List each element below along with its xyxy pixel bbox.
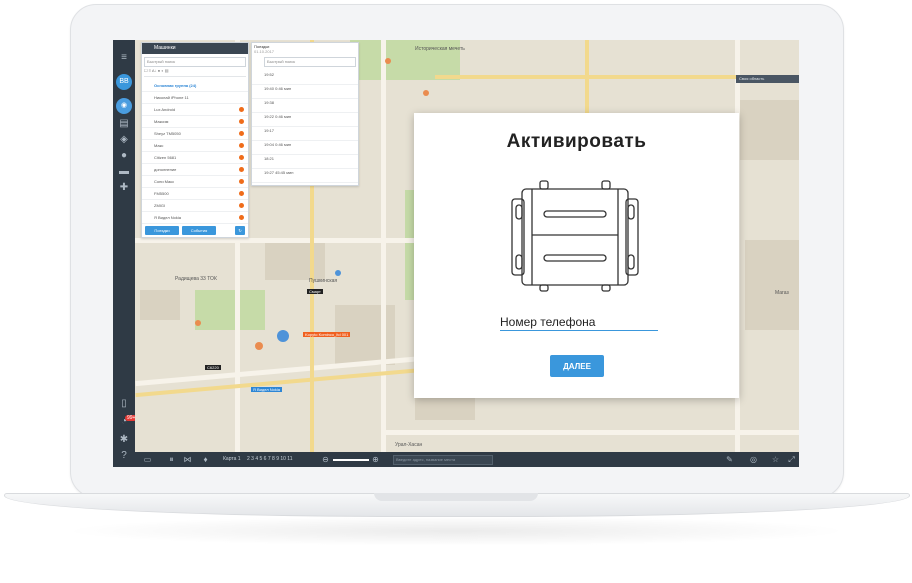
zoom-in-icon[interactable]: ⊕ — [371, 455, 380, 464]
puzzle-icon[interactable]: ✚ — [118, 182, 130, 194]
help-icon[interactable]: ? — [118, 450, 130, 462]
trip-row[interactable]: 19:38 — [252, 98, 358, 113]
laptop-shadow — [60, 516, 852, 546]
next-button[interactable]: ДАЛЕЕ — [550, 355, 604, 377]
device-icon[interactable]: ▯ — [118, 398, 130, 410]
objects-panel: Машинки Быстрый поиск ☐ ≡ A↓ ● ◐ ▤ Основ… — [141, 42, 249, 238]
list-item[interactable]: Максим — [142, 117, 248, 128]
vehicle-label[interactable]: Я Видел Nokia — [251, 387, 282, 392]
list-item[interactable]: Макс — [142, 141, 248, 152]
map-label: Радищева 33 ТОК — [175, 276, 217, 282]
activation-dialog: Активировать ДАЛЕЕ — [414, 113, 739, 398]
layers-icon[interactable]: ▭ — [143, 455, 152, 464]
list-item[interactable]: Sheyz TM5050 — [142, 129, 248, 140]
zoom-out-icon[interactable]: ⊖ — [321, 455, 330, 464]
avatar[interactable]: ВВ — [116, 74, 132, 90]
menu-icon[interactable]: ≡ — [118, 52, 130, 64]
map-label: Историческая мечеть — [415, 46, 465, 52]
dialog-title: Активировать — [506, 131, 647, 152]
objects-toolbar[interactable]: ☐ ≡ A↓ ● ◐ ▤ — [144, 68, 246, 77]
list-item[interactable]: ZMIGI — [142, 201, 248, 212]
list-item[interactable]: дополнение — [142, 165, 248, 176]
share-icon[interactable]: ⋈ — [183, 455, 192, 464]
refresh-button[interactable]: ↻ — [235, 226, 245, 235]
fullscreen-icon[interactable]: ⤢ — [787, 455, 796, 464]
trips-search-input[interactable]: Быстрый поиск — [264, 57, 356, 67]
list-item[interactable]: Lux Android — [142, 105, 248, 116]
events-button[interactable]: События — [182, 226, 216, 235]
map-label: Магаз — [775, 290, 789, 296]
trips-panel: Поездки 01.10.2017 Быстрый поиск 19:52 1… — [251, 42, 359, 186]
geofence-icon[interactable]: ◈ — [118, 134, 130, 146]
map-pin — [195, 320, 201, 326]
list-item[interactable]: FM5500 — [142, 189, 248, 200]
list-item[interactable]: Я Видел Nokia — [142, 213, 248, 224]
lightbulb-icon[interactable]: ♦ — [201, 455, 210, 464]
phone-number-input[interactable] — [500, 314, 658, 331]
area-filter[interactable]: Своя область — [736, 75, 799, 83]
reports-icon[interactable]: ▤ — [118, 118, 130, 130]
bottom-toolbar: ▭ ⏸ ⋈ ♦ Карта 1 2 3 4 5 6 7 8 9 10 11 ⊖ … — [135, 452, 799, 467]
map-label: Урал-Хасан — [395, 442, 423, 448]
star-icon[interactable]: ☆ — [771, 455, 780, 464]
left-sidebar: ≡ ВВ ◉ ▤ ◈ ● ▬ ✚ ▯ ◔ 99+ ✱ ? — [113, 40, 138, 467]
zoom-slider[interactable] — [333, 459, 369, 461]
activation-icon[interactable]: ◉ — [116, 98, 132, 114]
address-search-input[interactable]: Введите адрес, название места — [393, 455, 493, 465]
laptop-notch — [374, 493, 538, 501]
objects-search-input[interactable]: Быстрый поиск — [144, 57, 246, 67]
trip-row[interactable]: 19:04 0:46 мин — [252, 140, 358, 155]
car-icon[interactable]: ▬ — [118, 166, 130, 178]
trip-row[interactable]: 18:21 — [252, 154, 358, 169]
list-item[interactable]: Citizen 5681 — [142, 153, 248, 164]
page-numbers[interactable]: 2 3 4 5 6 7 8 9 10 11 — [247, 456, 293, 462]
trips-date: 01.10.2017 — [254, 49, 275, 54]
map-pin — [423, 90, 429, 96]
trip-row[interactable]: 19:40 0:46 мин — [252, 84, 358, 99]
settings-icon[interactable]: ✱ — [118, 434, 130, 446]
vehicle-label[interactable]: С6220 — [205, 365, 221, 370]
trips-button[interactable]: Поездки — [145, 226, 179, 235]
page-label: Карта 1 — [223, 456, 241, 462]
tracker-device-icon — [511, 180, 639, 292]
trip-row[interactable]: 19:52 — [252, 70, 358, 85]
vehicle-marker[interactable] — [277, 330, 289, 342]
pause-icon[interactable]: ⏸ — [167, 455, 176, 464]
eye-icon[interactable]: ◎ — [749, 455, 758, 464]
trip-row[interactable]: 19:27 45:45 мин — [252, 168, 358, 183]
list-item[interactable]: Основная группа (24) — [142, 81, 248, 92]
ruler-icon[interactable]: ✎ — [725, 455, 734, 464]
map-pin-icon[interactable]: ● — [118, 150, 130, 162]
vehicle-label[interactable]: Смарт — [307, 289, 323, 294]
objects-panel-title: Машинки — [142, 43, 248, 54]
list-item[interactable]: Сони Макс — [142, 177, 248, 188]
map-pin — [385, 58, 391, 64]
app-screen: ≡ ВВ ◉ ▤ ◈ ● ▬ ✚ ▯ ◔ 99+ ✱ ? Историческа… — [113, 40, 799, 467]
map-label: Пушкинская — [309, 278, 338, 284]
vehicle-marker[interactable] — [255, 342, 263, 350]
vehicle-label[interactable]: Kopyto Kominco_ltd 001 — [303, 332, 351, 337]
list-item[interactable]: Николай iPhone 11 — [142, 93, 248, 104]
trip-row[interactable]: 19:17 — [252, 126, 358, 141]
map-pin — [335, 270, 341, 276]
trip-row[interactable]: 19:22 0:46 мин — [252, 112, 358, 127]
